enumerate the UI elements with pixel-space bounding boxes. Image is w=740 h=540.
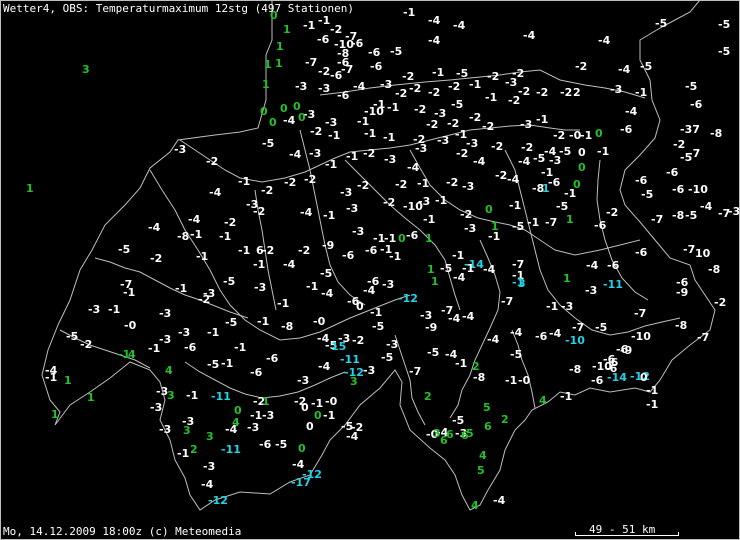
map-title: Wetter4, OBS: Temperaturmaximum 12stg (4… xyxy=(3,2,354,15)
scale-bar xyxy=(575,532,679,536)
timestamp-copyright: Mo, 14.12.2009 18:00z (c) Meteomedia xyxy=(3,525,242,538)
map-frame xyxy=(0,0,740,540)
